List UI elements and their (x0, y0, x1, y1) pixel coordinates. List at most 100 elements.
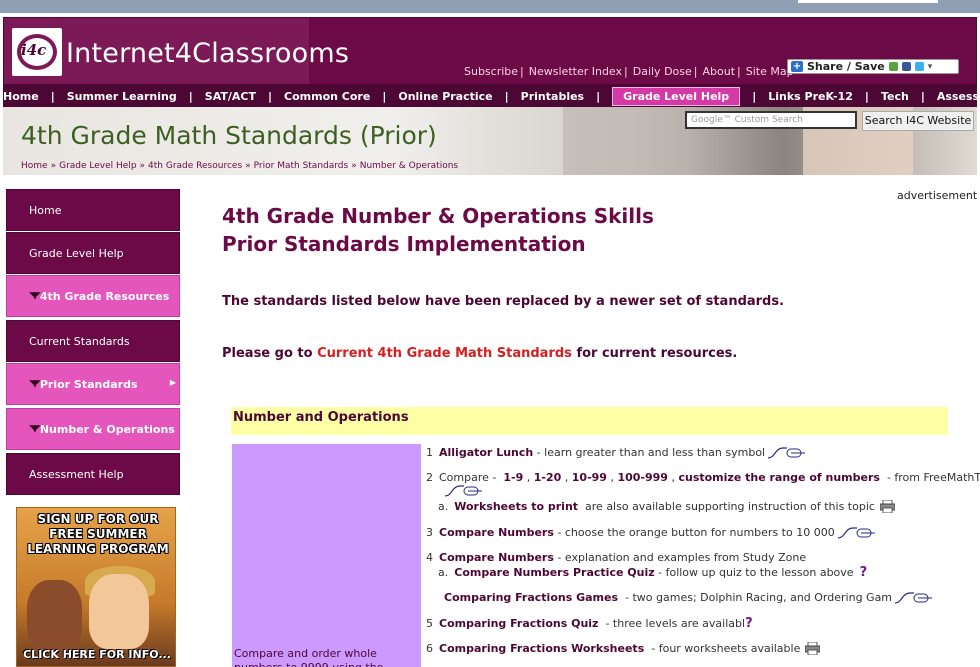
toplink-subscribe[interactable]: Subscribe (464, 65, 518, 78)
nav-separator: | (752, 89, 757, 103)
resource-link[interactable]: Worksheets to print (454, 500, 578, 513)
breadcrumb-arrow-icon: » (50, 161, 57, 171)
nav-sat-act[interactable]: SAT/ACT (205, 90, 256, 103)
toplink-daily-dose[interactable]: Daily Dose (633, 65, 692, 78)
toplink-newsletter-index[interactable]: Newsletter Index (529, 65, 622, 78)
logo-text: i4c (21, 41, 47, 59)
nav-printables[interactable]: Printables (521, 90, 584, 103)
goto-prefix: Please go to (222, 346, 313, 361)
sidebar-item-label: Home (29, 203, 62, 217)
chevron-right-icon: ▶ (169, 378, 176, 387)
sidebar-item-label: 4th Grade Resources (39, 289, 170, 303)
page-banner: 4th Grade Math Standards (Prior) Home» G… (3, 107, 977, 175)
email-share-icon (888, 62, 898, 71)
sidebar-item-assessment-help[interactable]: Assessment Help (6, 453, 180, 495)
range-link-1-9[interactable]: 1-9 (503, 471, 523, 484)
list-item: 3 Compare Numbers - choose the orange bu… (426, 526, 877, 539)
separator: | (693, 65, 698, 78)
item-number: 5 (426, 617, 433, 630)
resource-link[interactable]: Compare Numbers (439, 551, 554, 564)
facebook-icon (901, 62, 911, 71)
breadcrumb-4th-grade-resources[interactable]: 4th Grade Resources (148, 161, 242, 171)
promo-cta: CLICK HERE FOR INFO... (23, 648, 171, 661)
range-link-custom[interactable]: customize the range of numbers (678, 471, 879, 484)
range-link-1-20[interactable]: 1-20 (534, 471, 562, 484)
compare-prefix: Compare - (439, 471, 497, 484)
range-link-100-999[interactable]: 100-999 (617, 471, 668, 484)
resource-link[interactable]: Comparing Fractions Quiz (439, 617, 598, 630)
goto-current-standards: Please go to Current 4th Grade Math Stan… (222, 346, 737, 361)
nav-online-practice[interactable]: Online Practice (398, 90, 492, 103)
site-name[interactable]: Internet4Classrooms (66, 38, 349, 69)
nav-common-core[interactable]: Common Core (284, 90, 370, 103)
nav-home[interactable]: Home (3, 90, 39, 103)
resource-link[interactable]: Comparing Fractions Worksheets (439, 642, 644, 655)
list-item: 6 Comparing Fractions Worksheets - four … (426, 642, 821, 655)
sidebar-item-grade-level-help[interactable]: Grade Level Help (6, 232, 180, 274)
breadcrumb-arrow-icon: » (351, 161, 357, 171)
nav-separator: | (504, 89, 509, 103)
sidebar-item-label: Number & Operations (39, 422, 175, 436)
nav-separator: | (267, 89, 273, 103)
list-item: a. Compare Numbers Practice Quiz - follo… (438, 565, 867, 580)
sidebar-item-label: Prior Standards (39, 377, 138, 391)
item-number: 4 (426, 551, 433, 564)
promo-photo (27, 580, 82, 650)
quiz-question-icon: ? (745, 616, 753, 631)
sidebar-item-label: Grade Level Help (29, 246, 124, 260)
site-logo[interactable]: i4c (12, 28, 62, 76)
nav-grade-level-help[interactable]: Grade Level Help (612, 86, 741, 106)
sub-item-letter: a. (438, 566, 449, 579)
site-header: i4c Internet4Classrooms Subscribe | Newsl… (3, 17, 977, 85)
separator: | (737, 65, 741, 78)
list-item: Comparing Fractions Games - two games; D… (444, 591, 934, 604)
resource-desc: - follow up quiz to the lesson above (658, 566, 854, 579)
sidebar-item-current-standards[interactable]: Current Standards (6, 320, 180, 362)
resource-link[interactable]: Alligator Lunch (439, 446, 533, 459)
resource-link[interactable]: Comparing Fractions Games (444, 591, 618, 604)
sidebar-item-number-operations[interactable]: ◥◤ Number & Operations (6, 408, 180, 450)
nav-links-prek-12[interactable]: Links PreK-12 (768, 90, 853, 103)
breadcrumb-grade-level-help[interactable]: Grade Level Help (59, 161, 136, 171)
current-standards-link[interactable]: Current 4th Grade Math Standards (317, 346, 572, 361)
site-search-button[interactable]: Search I4C Website (862, 111, 974, 131)
breadcrumb-number-operations: Number & Operations (359, 161, 459, 171)
item-number: 3 (426, 526, 433, 539)
list-item: 5 Comparing Fractions Quiz - three level… (426, 616, 753, 631)
sidebar-item-prior-standards[interactable]: ◥◤ Prior Standards ▶ (6, 363, 180, 405)
summer-learning-promo[interactable]: SIGN UP FOR OUR FREE SUMMER LEARNING PRO… (16, 507, 176, 667)
share-label: Share / Save (807, 60, 885, 73)
range-link-10-99[interactable]: 10-99 (572, 471, 607, 484)
glasses-icon: ◥◤ (29, 291, 41, 301)
toplink-about[interactable]: About (702, 65, 735, 78)
breadcrumb-home[interactable]: Home (21, 161, 48, 171)
resource-desc: - choose the orange button for numbers t… (557, 526, 835, 539)
list-item: 4 Compare Numbers - explanation and exam… (426, 551, 806, 564)
nav-separator: | (188, 89, 193, 103)
standard-description-cell: Compare and order whole numbers to 9999 … (232, 444, 421, 667)
printer-icon (879, 500, 895, 513)
resource-link[interactable]: Compare Numbers (439, 526, 554, 539)
quiz-question-icon: ? (859, 565, 868, 580)
glasses-icon: ◥◤ (29, 379, 41, 389)
nav-summer-learning[interactable]: Summer Learning (67, 90, 177, 103)
breadcrumb-prior-math-standards[interactable]: Prior Math Standards (254, 161, 349, 171)
site-search-input[interactable]: Google™ Custom Search (685, 111, 857, 129)
sidebar-item-4th-grade-resources[interactable]: ◥◤ 4th Grade Resources (6, 275, 180, 317)
interactive-link-icon (768, 446, 806, 459)
resource-desc: - four worksheets available (651, 642, 801, 655)
breadcrumb-arrow-icon: » (245, 161, 251, 171)
sidebar-item-home[interactable]: Home (6, 189, 180, 231)
promo-photo (89, 574, 149, 649)
share-save-button[interactable]: + Share / Save ▾ (787, 59, 959, 74)
list-item: 1 Alligator Lunch - learn greater than a… (426, 446, 807, 459)
nav-separator: | (920, 89, 925, 103)
chevron-down-icon: ▾ (927, 61, 933, 72)
resource-link[interactable]: Compare Numbers Practice Quiz (454, 566, 654, 579)
nav-tech[interactable]: Tech (881, 90, 909, 103)
breadcrumb-arrow-icon: » (139, 161, 146, 171)
nav-assessment[interactable]: Assessment (937, 90, 980, 103)
interactive-link-icon (444, 485, 482, 497)
promo-headline: SIGN UP FOR OUR FREE SUMMER LEARNING PRO… (27, 512, 169, 556)
twitter-icon (914, 62, 924, 71)
